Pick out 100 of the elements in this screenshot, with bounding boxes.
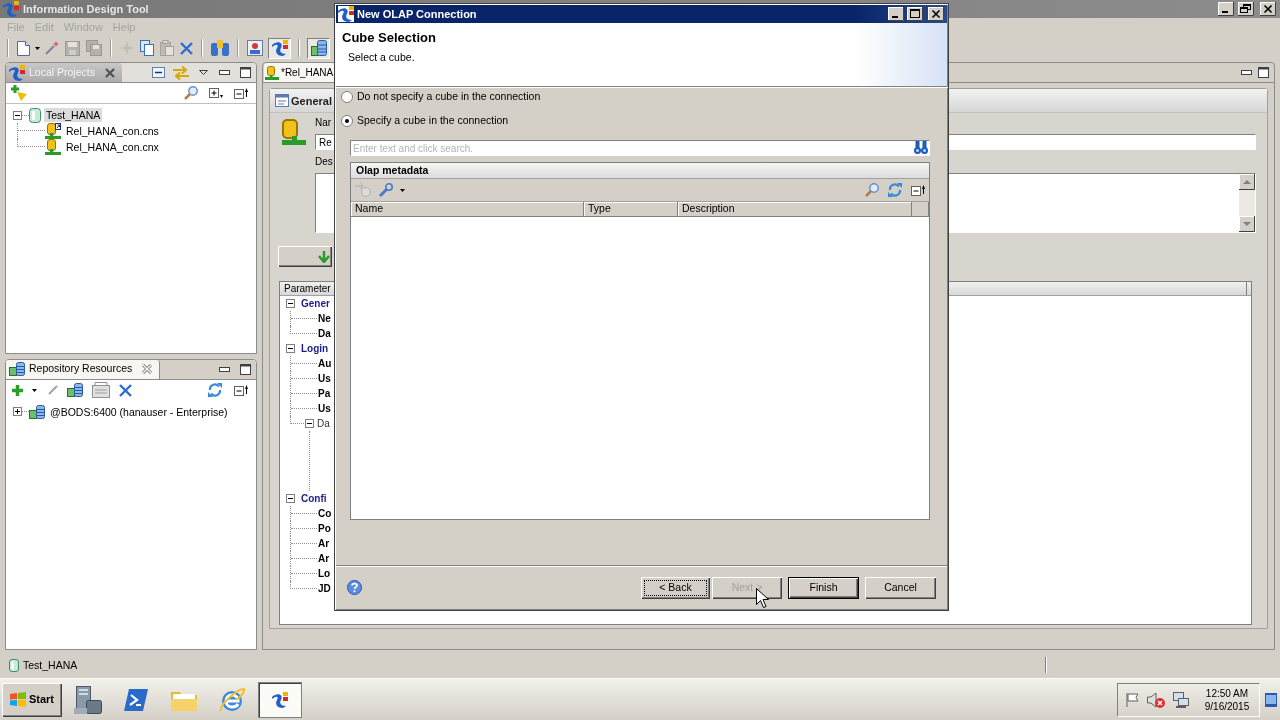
tree-item[interactable]: Confi (301, 492, 327, 505)
tree-item[interactable]: Au (318, 357, 332, 370)
tree-item[interactable]: Test_HANA (44, 108, 103, 122)
icon-button[interactable] (278, 246, 332, 267)
close-icon[interactable] (1260, 2, 1276, 16)
caret-icon[interactable] (32, 388, 37, 392)
collapse-all-icon[interactable] (234, 87, 248, 99)
page-description: Select a cube. (348, 51, 415, 64)
collapse-all-icon[interactable] (234, 384, 248, 396)
refresh-icon[interactable] (208, 383, 222, 397)
minus-box-icon[interactable] (13, 110, 22, 120)
delete-icon[interactable] (119, 383, 132, 397)
maximize-view-icon[interactable] (240, 363, 251, 375)
dialog-button[interactable]: Cancel (865, 576, 936, 599)
add-icon[interactable] (12, 384, 23, 396)
dialog-button[interactable]: Finish (788, 576, 859, 599)
database-pair-icon[interactable] (211, 40, 229, 56)
tree-item[interactable]: Da (317, 417, 330, 430)
plus-tag-icon[interactable] (11, 85, 27, 101)
minimize-view-icon[interactable] (1241, 70, 1252, 75)
binoculars-icon[interactable] (914, 141, 928, 154)
caret-icon[interactable] (35, 46, 40, 50)
database-connection-icon (265, 65, 279, 80)
tree-item[interactable]: JD (318, 582, 331, 595)
show-desktop-icon[interactable] (1265, 692, 1277, 707)
pencil-icon[interactable] (48, 385, 58, 395)
flag-icon[interactable] (1126, 692, 1139, 707)
close-icon[interactable] (928, 7, 944, 21)
minimize-icon[interactable] (888, 7, 904, 21)
minus-box-icon[interactable] (286, 344, 295, 353)
view-menu-icon[interactable] (199, 70, 208, 75)
down-arrow-icon (318, 250, 330, 263)
tree-item[interactable]: Ar (318, 537, 330, 550)
delete-icon[interactable] (180, 41, 193, 55)
search-icon[interactable] (184, 86, 198, 100)
radio-option[interactable]: Do not specify a cube in the connection (341, 89, 541, 105)
new-page-icon[interactable] (17, 40, 30, 56)
database-stack-icon[interactable] (67, 383, 83, 397)
tree-item[interactable]: Gener (301, 297, 330, 310)
tree-item[interactable]: Po (318, 522, 331, 535)
minimize-icon[interactable] (1218, 2, 1234, 16)
start-button[interactable]: Start (2, 682, 62, 717)
editor-tab[interactable]: *Rel_HANA (264, 63, 335, 82)
browser-e-icon (219, 686, 245, 713)
expand-all-icon[interactable] (209, 87, 223, 99)
maximize-view-icon[interactable] (1258, 67, 1269, 78)
tree-item[interactable]: Ne (318, 312, 331, 325)
scroll-up-icon[interactable] (1239, 174, 1255, 190)
taskbar-button[interactable] (258, 681, 302, 718)
person-card-icon[interactable] (247, 40, 263, 56)
tree-item[interactable]: Login (301, 342, 329, 355)
status-text: Test_HANA (23, 658, 78, 672)
database-shortcut-icon (45, 123, 61, 139)
tree-item[interactable]: Ar (318, 552, 330, 565)
speaker-muted-icon[interactable] (1147, 691, 1165, 708)
panel-title: Olap metadata (356, 164, 429, 177)
scroll-down-icon[interactable] (1239, 216, 1255, 232)
tree-item[interactable]: @BODS:6400 (hanauser - Enterprise) (48, 404, 230, 419)
caret-icon[interactable] (400, 188, 405, 192)
database-stack-icon (29, 404, 45, 419)
cabinet-icon[interactable] (92, 382, 110, 398)
restore-icon[interactable] (1238, 2, 1254, 16)
server-icon (74, 685, 102, 714)
tree-item[interactable]: Lo (318, 567, 331, 580)
collapse-all-icon[interactable] (911, 184, 925, 196)
tree-item[interactable]: Rel_HANA_con.cns (64, 124, 161, 138)
view-tab[interactable]: Repository Resources (6, 359, 161, 379)
minus-box-icon[interactable] (286, 299, 295, 308)
maximize-icon[interactable] (907, 7, 923, 21)
collapse-icon[interactable] (152, 67, 165, 78)
radio-option[interactable]: Specify a cube in the connection (341, 113, 509, 129)
minimize-view-icon[interactable] (219, 366, 230, 372)
database-connection-icon (45, 139, 61, 155)
minimize-view-icon[interactable] (219, 70, 230, 75)
help-icon[interactable] (347, 580, 362, 595)
dialog-button[interactable]: < Back (641, 576, 710, 599)
search-field[interactable]: Enter text and click search. (350, 140, 930, 156)
network-icon[interactable] (1173, 691, 1189, 708)
tree-item[interactable]: Pa (318, 387, 331, 400)
wrench-icon[interactable] (378, 182, 393, 198)
tree-item[interactable]: Rel_HANA_con.cnx (64, 140, 161, 154)
window-title: Information Design Tool (23, 2, 149, 16)
search-icon[interactable] (865, 183, 879, 197)
tree-item[interactable]: Us (318, 372, 331, 385)
column-header[interactable]: Parameter (284, 282, 331, 295)
minus-box-icon[interactable] (305, 419, 314, 428)
column-header[interactable]: Description (678, 202, 912, 216)
field-label: Nar (315, 117, 332, 129)
tree-item[interactable]: Da (318, 327, 331, 340)
clock-date: 9/16/2015 (1204, 699, 1250, 713)
column-header[interactable]: Type (584, 202, 678, 216)
capsule-icon (29, 107, 41, 123)
tree-item[interactable]: Us (318, 402, 331, 415)
plus-box-icon[interactable] (13, 407, 22, 416)
section-title: General (291, 93, 332, 108)
tree-item[interactable]: Co (318, 507, 332, 520)
column-header[interactable]: Name (351, 202, 584, 216)
maximize-view-icon[interactable] (240, 67, 251, 78)
copy-icon[interactable] (140, 40, 154, 56)
minus-box-icon[interactable] (286, 494, 295, 503)
